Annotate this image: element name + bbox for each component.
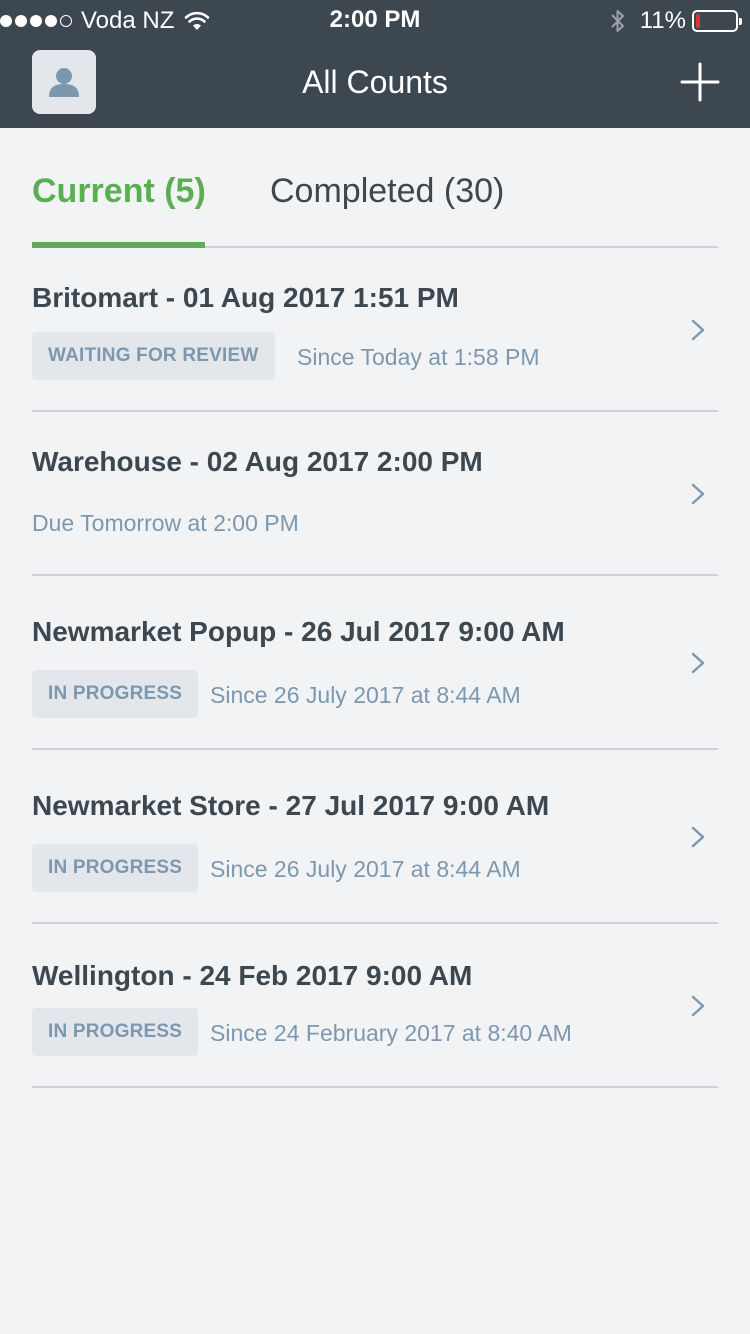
chevron-right-icon bbox=[691, 652, 705, 674]
count-row[interactable]: Newmarket Store - 27 Jul 2017 9:00 AM IN… bbox=[32, 750, 718, 924]
chevron-right-icon bbox=[691, 483, 705, 505]
chevron-right-icon bbox=[691, 826, 705, 848]
status-badge: IN PROGRESS bbox=[32, 670, 199, 718]
app-header: Voda NZ 2:00 PM 11% All Counts bbox=[0, 0, 750, 128]
count-meta: Since 26 July 2017 at 8:44 AM bbox=[210, 856, 521, 882]
count-tabs: Current (5) Completed (30) bbox=[32, 128, 718, 248]
count-row[interactable]: Newmarket Popup - 26 Jul 2017 9:00 AM IN… bbox=[32, 576, 718, 750]
battery-percent: 11% bbox=[639, 7, 686, 34]
count-title: Britomart - 01 Aug 2017 1:51 PM bbox=[32, 282, 459, 313]
count-title: Warehouse - 02 Aug 2017 2:00 PM bbox=[32, 446, 483, 477]
status-bar: Voda NZ 2:00 PM 11% bbox=[0, 0, 750, 40]
status-badge: WAITING FOR REVIEW bbox=[32, 332, 275, 380]
status-badge: IN PROGRESS bbox=[32, 844, 199, 892]
page-title: All Counts bbox=[302, 64, 448, 100]
battery-icon bbox=[692, 10, 742, 32]
count-meta: Due Tomorrow at 2:00 PM bbox=[32, 510, 299, 536]
battery-fill bbox=[696, 14, 701, 28]
count-row[interactable]: Wellington - 24 Feb 2017 9:00 AM IN PROG… bbox=[32, 924, 718, 1088]
counts-list: Britomart - 01 Aug 2017 1:51 PM WAITING … bbox=[32, 248, 718, 1088]
count-meta: Since Today at 1:58 PM bbox=[297, 344, 540, 370]
chevron-right-icon bbox=[691, 995, 705, 1017]
tab-current[interactable]: Current (5) bbox=[32, 172, 206, 211]
status-badge: IN PROGRESS bbox=[32, 1008, 199, 1056]
count-title: Newmarket Store - 27 Jul 2017 9:00 AM bbox=[32, 790, 550, 821]
plus-icon[interactable] bbox=[680, 62, 720, 102]
status-right: 11% bbox=[610, 6, 742, 36]
tab-completed[interactable]: Completed (30) bbox=[270, 172, 504, 211]
count-row[interactable]: Warehouse - 02 Aug 2017 2:00 PM Due Tomo… bbox=[32, 412, 718, 576]
count-title: Wellington - 24 Feb 2017 9:00 AM bbox=[32, 960, 473, 991]
bluetooth-icon bbox=[611, 10, 624, 32]
count-row[interactable]: Britomart - 01 Aug 2017 1:51 PM WAITING … bbox=[32, 248, 718, 412]
count-meta: Since 24 February 2017 at 8:40 AM bbox=[210, 1020, 572, 1046]
chevron-right-icon bbox=[691, 319, 705, 341]
count-title: Newmarket Popup - 26 Jul 2017 9:00 AM bbox=[32, 616, 565, 647]
count-meta: Since 26 July 2017 at 8:44 AM bbox=[210, 682, 521, 708]
